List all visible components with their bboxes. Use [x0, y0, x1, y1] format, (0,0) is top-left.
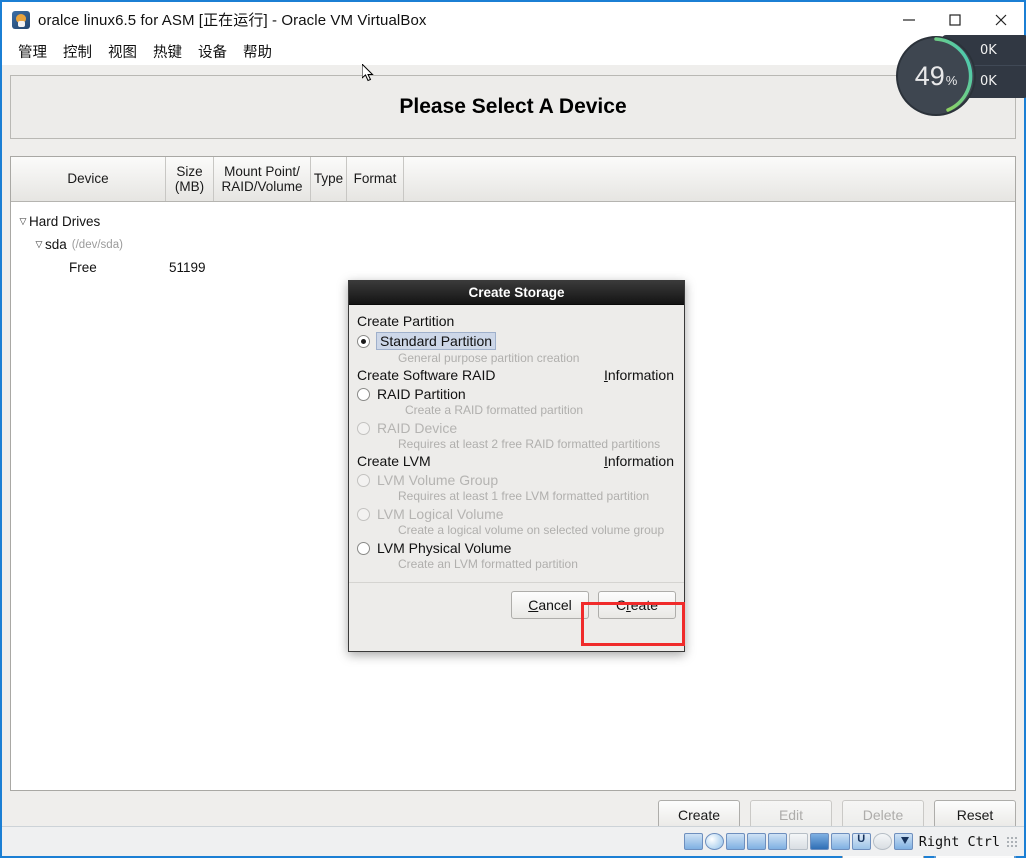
window-title: oralce linux6.5 for ASM [正在运行] - Oracle …: [38, 12, 427, 29]
radio-lvm-volume-group: [357, 473, 370, 487]
menu-item-view[interactable]: 视图: [100, 39, 145, 64]
create-storage-dialog: Create Storage Create Partition Standard…: [348, 280, 685, 652]
lvm-information-link[interactable]: Information: [604, 453, 674, 469]
section-title: Create Partition: [357, 313, 455, 329]
section-header-create-partition: Create Partition: [357, 313, 674, 329]
option-label: RAID Device: [377, 420, 458, 436]
radio-standard-partition[interactable]: [357, 334, 370, 348]
column-header-format[interactable]: Format: [347, 157, 404, 201]
radio-raid-device: [357, 421, 370, 435]
option-label: LVM Physical Volume: [377, 540, 512, 556]
hard-disk-icon[interactable]: [683, 833, 703, 850]
window-controls: [886, 2, 1024, 37]
statusbar-icons: [683, 833, 913, 850]
section-header-create-raid: Create Software RAID Information: [357, 367, 674, 383]
device-name: Free: [69, 260, 97, 275]
column-header-mount-line2: RAID/Volume: [221, 179, 303, 194]
option-label: Standard Partition: [376, 332, 497, 350]
audio-icon[interactable]: [725, 833, 745, 850]
device-name: Hard Drives: [29, 214, 101, 229]
column-header-mount[interactable]: Mount Point/RAID/Volume: [214, 157, 311, 201]
device-name: sda: [45, 237, 67, 252]
dialog-title: Create Storage: [468, 285, 565, 300]
option-label: LVM Logical Volume: [377, 506, 504, 522]
option-raid-partition[interactable]: RAID Partition: [357, 386, 674, 402]
dialog-titlebar: Create Storage: [349, 281, 684, 305]
option-description: Requires at least 2 free RAID formatted …: [398, 437, 661, 451]
window-titlebar: oralce linux6.5 for ASM [正在运行] - Oracle …: [2, 2, 1024, 37]
option-label: LVM Volume Group: [377, 472, 499, 488]
menu-item-manage[interactable]: 管理: [10, 39, 55, 64]
header-band: Please Select A Device: [10, 75, 1016, 139]
lvm-information-rest: nformation: [607, 453, 674, 469]
dialog-body: Create Partition Standard Partition Gene…: [349, 305, 684, 627]
shared-folder-icon[interactable]: [788, 833, 808, 850]
remote-display-icon[interactable]: [830, 833, 850, 850]
menubar: 管理 控制 视图 热键 设备 帮助: [2, 37, 1024, 65]
minimize-button[interactable]: [886, 2, 932, 37]
column-header-size-line2: (MB): [174, 179, 205, 194]
option-lvm-volume-group: LVM Volume Group: [357, 472, 674, 488]
cpu-icon[interactable]: [851, 833, 871, 850]
virtualbox-window: oralce linux6.5 for ASM [正在运行] - Oracle …: [0, 0, 1026, 858]
option-standard-partition[interactable]: Standard Partition: [357, 332, 674, 350]
option-description: Create an LVM formatted partition: [398, 557, 578, 571]
expand-arrow-icon[interactable]: ▽: [33, 240, 45, 249]
column-header-mount-line1: Mount Point/: [224, 163, 300, 179]
column-header-size[interactable]: Size (MB): [166, 157, 214, 201]
display-icon[interactable]: [809, 833, 829, 850]
option-description: Requires at least 1 free LVM formatted p…: [398, 489, 650, 503]
column-header-size-line1: Size: [176, 163, 203, 179]
table-header: Device Size (MB) Mount Point/RAID/Volume …: [11, 157, 1015, 202]
page-title: Please Select A Device: [399, 95, 627, 118]
optical-disk-icon[interactable]: [704, 833, 724, 850]
maximize-button[interactable]: [932, 2, 978, 37]
statusbar: Right Ctrl: [2, 826, 1024, 856]
menu-item-help[interactable]: 帮助: [235, 39, 280, 64]
column-header-spacer: [404, 157, 1015, 201]
column-header-type[interactable]: Type: [311, 157, 347, 201]
raid-information-rest: nformation: [607, 367, 674, 383]
close-button[interactable]: [978, 2, 1024, 37]
option-label: RAID Partition: [377, 386, 466, 402]
menu-item-hotkey[interactable]: 热键: [145, 39, 190, 64]
virtualbox-icon: [12, 10, 30, 29]
table-row[interactable]: ▽ sda (/dev/sda): [11, 233, 1015, 256]
host-key-label: Right Ctrl: [918, 833, 1000, 850]
device-size: 51199: [169, 260, 206, 275]
column-header-device[interactable]: Device: [11, 157, 166, 201]
dialog-button-row: Cancel Cr eate: [511, 591, 676, 619]
device-path: (/dev/sda): [71, 238, 123, 251]
option-lvm-logical-volume: LVM Logical Volume: [357, 506, 674, 522]
menu-item-control[interactable]: 控制: [55, 39, 100, 64]
create-label-rest: eate: [630, 597, 659, 613]
menu-item-devices[interactable]: 设备: [190, 39, 235, 64]
dialog-divider: [349, 582, 684, 583]
section-title: Create LVM: [357, 453, 431, 469]
table-row[interactable]: Free 51199: [11, 256, 1015, 279]
expand-arrow-icon[interactable]: ▽: [17, 217, 29, 226]
resize-grip[interactable]: [1006, 835, 1018, 848]
option-description: General purpose partition creation: [398, 351, 580, 365]
host-key-icon[interactable]: [893, 833, 913, 850]
network-icon[interactable]: [746, 833, 766, 850]
cancel-label-rest: ancel: [538, 597, 572, 613]
radio-raid-partition[interactable]: [357, 387, 370, 401]
dialog-create-button[interactable]: Cr eate: [598, 591, 676, 619]
table-row[interactable]: ▽ Hard Drives: [11, 210, 1015, 233]
table-body: ▽ Hard Drives ▽ sda (/dev/sda) Free 5119…: [11, 202, 1015, 279]
radio-lvm-logical-volume: [357, 507, 370, 521]
mouse-icon[interactable]: [872, 833, 892, 850]
option-description: Create a logical volume on selected volu…: [398, 523, 665, 537]
usb-icon[interactable]: [767, 833, 787, 850]
option-description: Create a RAID formatted partition: [405, 403, 584, 417]
radio-lvm-physical-volume[interactable]: [357, 541, 370, 555]
dialog-cancel-button[interactable]: Cancel: [511, 591, 589, 619]
option-raid-device: RAID Device: [357, 420, 674, 436]
section-title: Create Software RAID: [357, 367, 496, 383]
section-header-create-lvm: Create LVM Information: [357, 453, 674, 469]
raid-information-link[interactable]: Information: [604, 367, 674, 383]
option-lvm-physical-volume[interactable]: LVM Physical Volume: [357, 540, 674, 556]
mouse-cursor-icon: [362, 64, 374, 82]
